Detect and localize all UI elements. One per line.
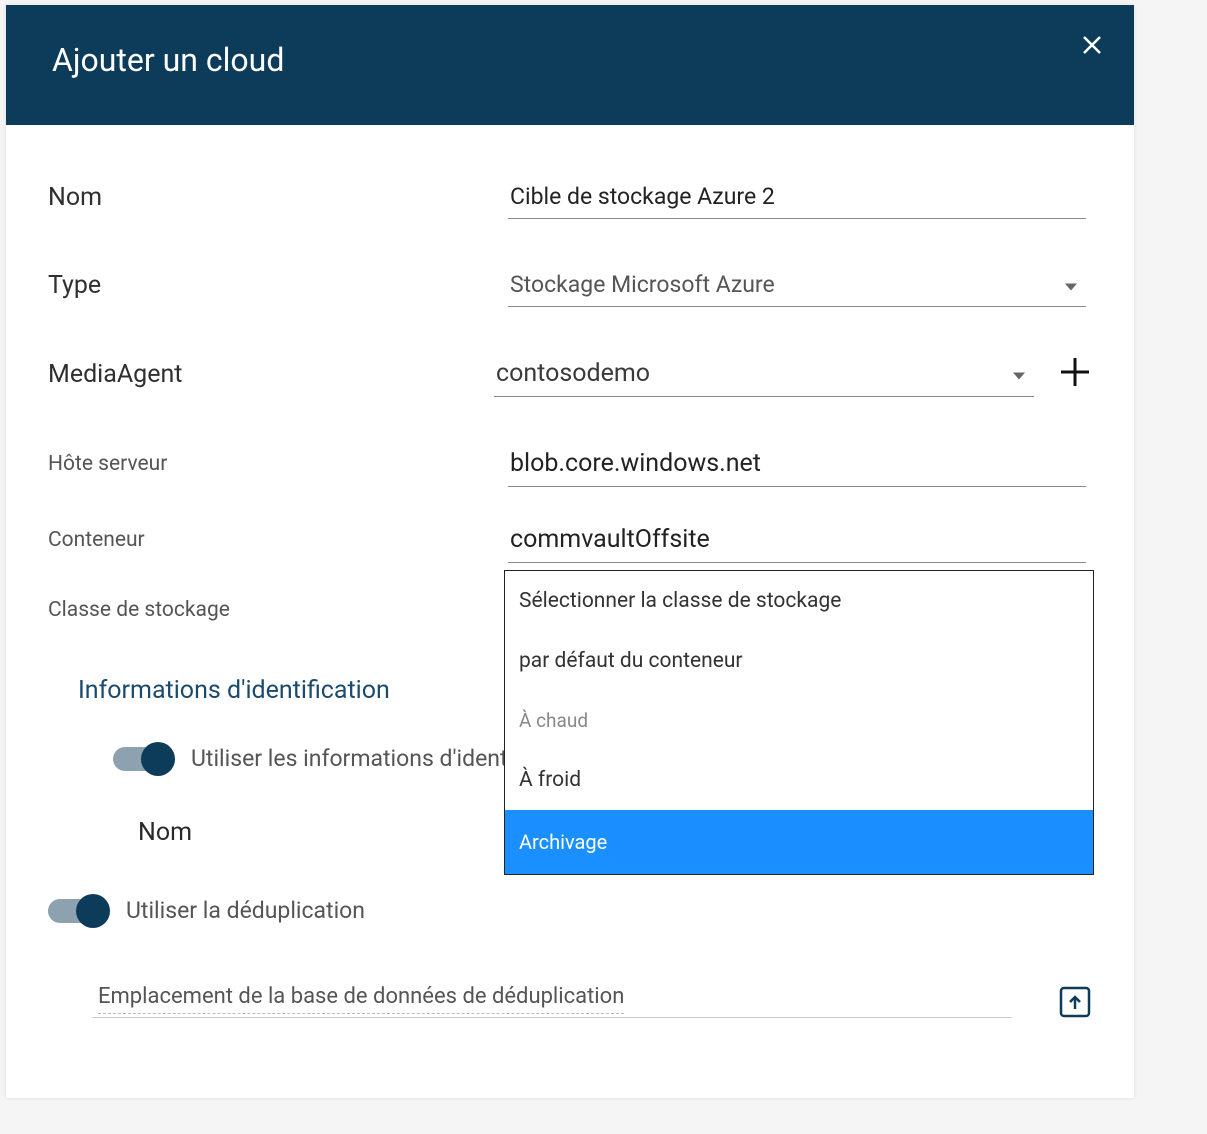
storageclass-label: Classe de stockage bbox=[48, 598, 508, 622]
dropdown-option-container-default[interactable]: par défaut du conteneur bbox=[505, 631, 1093, 691]
chevron-down-icon bbox=[1064, 271, 1078, 298]
form-row-mediaagent: MediaAgent contosodemo bbox=[48, 351, 1092, 397]
browse-location-button[interactable] bbox=[1058, 985, 1092, 1023]
host-input[interactable] bbox=[508, 441, 1086, 487]
deduplication-row: Utiliser la déduplication bbox=[48, 897, 1092, 924]
dedup-location-underline bbox=[92, 1017, 1012, 1018]
host-label: Hôte serveur bbox=[48, 452, 508, 476]
modal-body: Nom Type Stockage Microsoft Azure MediaA… bbox=[6, 125, 1134, 1098]
form-row-host: Hôte serveur bbox=[48, 441, 1092, 487]
form-row-name: Nom bbox=[48, 175, 1092, 219]
use-saved-credentials-toggle[interactable] bbox=[113, 747, 173, 771]
form-row-container: Conteneur bbox=[48, 517, 1092, 563]
mediaagent-label: MediaAgent bbox=[48, 360, 494, 389]
add-mediaagent-button[interactable] bbox=[1058, 355, 1092, 393]
close-icon[interactable] bbox=[1080, 33, 1104, 61]
toggle-knob bbox=[141, 742, 175, 776]
type-label: Type bbox=[48, 271, 508, 300]
dedup-location-row: Emplacement de la base de données de déd… bbox=[48, 984, 1092, 1018]
container-input[interactable] bbox=[508, 517, 1086, 563]
storageclass-dropdown-panel: Sélectionner la classe de stockage par d… bbox=[504, 570, 1094, 875]
modal-header: Ajouter un cloud bbox=[6, 5, 1134, 125]
dropdown-option-archive[interactable]: Archivage bbox=[505, 810, 1093, 874]
mediaagent-select[interactable]: contosodemo bbox=[494, 351, 1034, 397]
container-label: Conteneur bbox=[48, 528, 508, 552]
deduplication-toggle[interactable] bbox=[48, 899, 108, 923]
add-cloud-modal: Ajouter un cloud Nom Type Stockage Micro… bbox=[6, 5, 1134, 1098]
dropdown-option-prompt[interactable]: Sélectionner la classe de stockage bbox=[505, 571, 1093, 631]
form-row-type: Type Stockage Microsoft Azure bbox=[48, 263, 1092, 307]
dropdown-option-cold[interactable]: À froid bbox=[505, 750, 1093, 810]
credentials-name-label: Nom bbox=[138, 818, 192, 847]
dropdown-option-hot[interactable]: À chaud bbox=[505, 691, 1093, 750]
dedup-location-label: Emplacement de la base de données de déd… bbox=[98, 984, 624, 1014]
chevron-down-icon bbox=[1012, 359, 1026, 388]
modal-title: Ajouter un cloud bbox=[52, 41, 1088, 79]
name-input[interactable] bbox=[508, 175, 1086, 219]
name-label: Nom bbox=[48, 183, 508, 212]
type-value: Stockage Microsoft Azure bbox=[510, 271, 775, 298]
toggle-knob bbox=[76, 894, 110, 928]
type-select[interactable]: Stockage Microsoft Azure bbox=[508, 263, 1086, 307]
mediaagent-value: contosodemo bbox=[496, 359, 650, 388]
deduplication-label: Utiliser la déduplication bbox=[126, 897, 365, 924]
